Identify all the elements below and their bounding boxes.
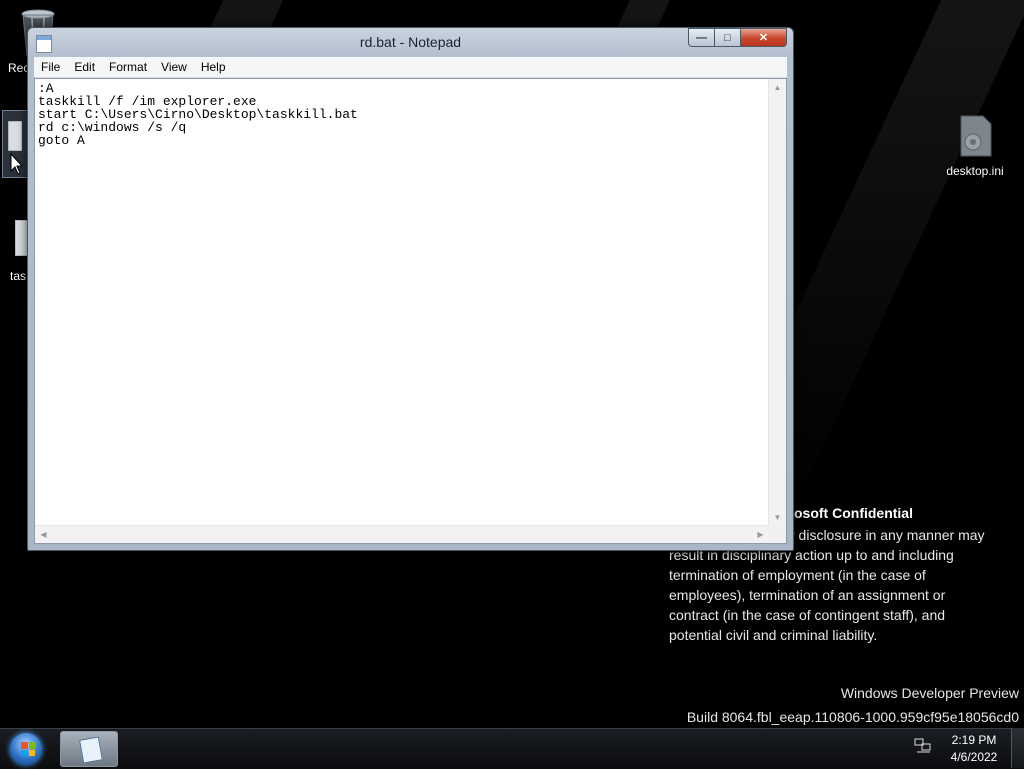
- network-tray-icon: [914, 738, 931, 753]
- close-button[interactable]: ✕: [741, 28, 787, 47]
- confidential-line: employees), termination of an assignment…: [669, 587, 946, 603]
- network-icon[interactable]: [914, 738, 932, 754]
- system-clock[interactable]: 2:19 PM 4/6/2022: [940, 732, 1008, 766]
- text-content[interactable]: :A taskkill /f /im explorer.exe start C:…: [38, 82, 768, 525]
- start-orb-icon: [10, 733, 42, 765]
- confidential-line: termination of employment (in the case o…: [669, 567, 926, 583]
- product-name: Windows Developer Preview: [840, 685, 1019, 701]
- menu-format[interactable]: Format: [102, 57, 154, 77]
- clock-time: 2:19 PM: [951, 733, 997, 747]
- window-title: rd.bat - Notepad: [359, 34, 462, 50]
- notepad-window[interactable]: rd.bat - Notepad — □ ✕ File Edit Format …: [27, 27, 794, 551]
- vertical-scrollbar[interactable]: ▲ ▼: [768, 79, 786, 526]
- title-bar[interactable]: rd.bat - Notepad — □ ✕: [28, 28, 793, 56]
- settings-file-icon: [960, 115, 992, 157]
- confidential-line: contract (in the case of contingent staf…: [669, 607, 946, 623]
- menu-file[interactable]: File: [34, 57, 67, 77]
- clock-date: 4/6/2022: [950, 750, 998, 764]
- mouse-cursor-icon: [10, 153, 24, 175]
- windows-flag-icon: [21, 742, 35, 756]
- taskbar-notepad-button[interactable]: [60, 731, 118, 767]
- menu-edit[interactable]: Edit: [67, 57, 102, 77]
- menu-view[interactable]: View: [154, 57, 194, 77]
- scrollbar-corner: [769, 526, 786, 543]
- scroll-left-arrow-icon[interactable]: ◀: [35, 526, 52, 543]
- scroll-down-arrow-icon[interactable]: ▼: [769, 509, 786, 526]
- taskbar: [0, 728, 1024, 769]
- desktop-icon-label: desktop.ini: [946, 164, 1004, 178]
- scroll-up-arrow-icon[interactable]: ▲: [769, 79, 786, 96]
- menu-help[interactable]: Help: [194, 57, 233, 77]
- show-desktop-button[interactable]: [1011, 728, 1024, 768]
- confidential-line: potential civil and criminal liability.: [669, 627, 878, 643]
- minimize-button[interactable]: —: [688, 28, 715, 47]
- build-string: Build 8064.fbl_eeap.110806-1000.959cf95e…: [686, 709, 1019, 725]
- menu-bar: File Edit Format View Help: [34, 57, 787, 78]
- desktop-icon-label: tas: [10, 269, 27, 283]
- desktop-icon-desktop-ini[interactable]: desktop.ini: [940, 114, 1010, 178]
- start-button[interactable]: [6, 731, 46, 767]
- notepad-icon: [79, 736, 103, 764]
- editor-area[interactable]: :A taskkill /f /im explorer.exe start C:…: [34, 78, 787, 544]
- scroll-right-arrow-icon[interactable]: ▶: [752, 526, 769, 543]
- batch-file-icon: [7, 120, 23, 152]
- maximize-button[interactable]: □: [715, 28, 741, 47]
- confidential-title: osoft Confidential: [794, 505, 913, 521]
- window-controls: — □ ✕: [688, 28, 787, 47]
- horizontal-scrollbar[interactable]: ◀ ▶: [35, 525, 769, 543]
